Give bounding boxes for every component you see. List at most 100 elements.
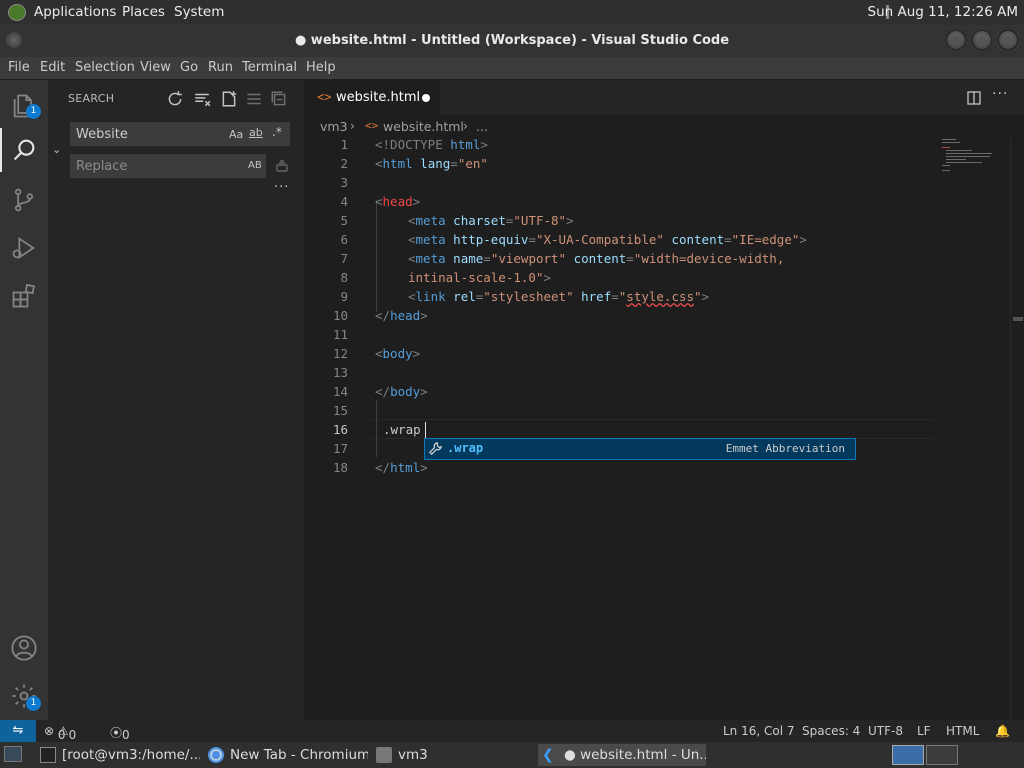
explorer-badge: 1	[26, 104, 41, 119]
line-number: 9	[340, 289, 348, 304]
task-terminal[interactable]: [root@vm3:/home/...	[36, 744, 200, 766]
code-line-12: <body>	[375, 346, 421, 361]
replace-input[interactable]	[70, 154, 266, 178]
problems-indicator[interactable]: ⊗ 0 ⚠ 0	[44, 724, 76, 742]
wrench-icon	[428, 441, 444, 457]
sidebar-title: SEARCH	[68, 92, 115, 105]
match-case-toggle[interactable]: Aa	[229, 128, 243, 141]
gnome-foot-icon[interactable]	[8, 4, 26, 21]
show-desktop-icon[interactable]	[4, 746, 22, 762]
more-actions-icon[interactable]: ···	[992, 86, 1008, 102]
suggestion-label: .wrap	[447, 441, 484, 455]
line-number: 1	[340, 137, 348, 152]
chromium-icon	[208, 747, 224, 763]
new-search-editor-icon[interactable]	[220, 90, 238, 108]
task-files[interactable]: vm3	[372, 744, 534, 766]
status-bar: ⇋ ⊗ 0 ⚠ 0 ⦿ 0 Ln 16, Col 7 Spaces: 4 UTF…	[0, 720, 1024, 742]
activity-bar: 1 1	[0, 80, 48, 720]
regex-toggle[interactable]: .*	[272, 125, 282, 139]
line-number: 14	[332, 384, 348, 399]
active-indicator	[0, 128, 2, 172]
toggle-search-details[interactable]: ...	[274, 176, 289, 191]
workspace-switcher[interactable]	[892, 745, 924, 765]
text-cursor	[425, 422, 426, 439]
toggle-replace-chevron-icon[interactable]: ⌄	[52, 143, 61, 156]
applications-menu[interactable]: Applications	[34, 4, 116, 20]
extensions-icon[interactable]	[10, 282, 38, 310]
breadcrumb-folder[interactable]: vm3	[320, 119, 348, 134]
line-number: 8	[340, 270, 348, 285]
line-number: 2	[340, 156, 348, 171]
whole-word-toggle[interactable]: ab	[249, 126, 263, 139]
menu-file[interactable]: File	[8, 60, 30, 75]
menu-selection[interactable]: Selection	[75, 60, 135, 75]
menubar: File Edit Selection View Go Run Terminal…	[0, 57, 1024, 79]
code-line-9: <link rel="stylesheet" href="style.css">	[408, 289, 710, 304]
indentation[interactable]: Spaces: 4	[802, 724, 860, 738]
run-debug-icon[interactable]	[10, 234, 38, 262]
code-line-2: <html lang="en"	[375, 156, 488, 171]
collapse-all-icon[interactable]	[270, 90, 288, 108]
minimap[interactable]	[938, 137, 1008, 177]
folder-icon	[376, 747, 392, 763]
window-titlebar[interactable]: ● website.html - Untitled (Workspace) - …	[0, 25, 1024, 57]
menu-run[interactable]: Run	[208, 60, 233, 75]
code-editor[interactable]: 1 2 3 4 5 6 7 8 9 10 11 12 13 14 15 16 1…	[304, 137, 1010, 720]
remote-indicator-icon[interactable]: ⇋	[0, 720, 36, 742]
search-icon[interactable]	[10, 136, 38, 164]
task-vscode[interactable]: ❮ ● website.html - Un...	[538, 744, 706, 766]
menu-go[interactable]: Go	[180, 60, 198, 75]
line-number: 15	[332, 403, 348, 418]
menu-help[interactable]: Help	[306, 60, 336, 75]
preserve-case-toggle[interactable]: AB	[248, 160, 262, 171]
line-number: 5	[340, 213, 348, 228]
breadcrumb-chevron-icon: ›	[463, 118, 468, 133]
menu-terminal[interactable]: Terminal	[242, 60, 297, 75]
code-line-4: <head>	[375, 194, 421, 209]
maximize-button[interactable]	[972, 30, 992, 50]
menu-edit[interactable]: Edit	[40, 60, 65, 75]
current-line-highlight	[369, 419, 935, 439]
end-of-line[interactable]: LF	[917, 724, 931, 738]
breadcrumb-chevron-icon: ›	[350, 118, 355, 133]
editor-scrollbar[interactable]	[1010, 137, 1024, 720]
breadcrumb-file[interactable]: website.html	[383, 119, 464, 134]
line-number: 13	[332, 365, 348, 380]
notifications-bell-icon[interactable]: 🔔	[995, 724, 1010, 738]
task-chromium[interactable]: New Tab - Chromium	[204, 744, 368, 766]
account-icon[interactable]	[10, 634, 38, 662]
tab-website-html[interactable]: <> website.html	[304, 80, 440, 115]
clear-results-icon[interactable]	[193, 90, 211, 108]
explorer-icon[interactable]: 1	[10, 92, 41, 120]
clock[interactable]: Sun Aug 11, 12:26 AM	[868, 4, 1018, 20]
language-mode[interactable]: HTML	[946, 724, 979, 738]
suggestion-widget[interactable]: .wrap Emmet Abbreviation	[424, 438, 856, 460]
scrollbar-thumb[interactable]	[1013, 317, 1023, 321]
vscode-icon: ❮	[542, 747, 554, 763]
cursor-position[interactable]: Ln 16, Col 7	[723, 724, 795, 738]
top-panel: Applications Places System Sun Aug 11, 1…	[0, 0, 1024, 25]
indent-guide	[376, 400, 377, 457]
source-control-icon[interactable]	[10, 186, 38, 214]
split-editor-icon[interactable]	[966, 90, 982, 106]
view-as-tree-icon[interactable]	[245, 90, 263, 108]
code-line-7: <meta name="viewport" content="width=dev…	[408, 251, 785, 266]
workspace-2[interactable]	[926, 745, 958, 765]
line-number: 3	[340, 175, 348, 190]
breadcrumb-symbol[interactable]: ...	[476, 119, 488, 134]
line-number-current: 16	[332, 422, 348, 437]
close-button[interactable]	[998, 30, 1018, 50]
ports-indicator[interactable]: ⦿ 0	[110, 724, 130, 742]
line-number: 12	[332, 346, 348, 361]
minimize-button[interactable]	[946, 30, 966, 50]
system-menu[interactable]: System	[174, 4, 224, 20]
places-menu[interactable]: Places	[122, 4, 165, 20]
window-title: ● website.html - Untitled (Workspace) - …	[294, 33, 730, 48]
replace-all-icon[interactable]	[274, 158, 290, 174]
code-line-18: </html>	[375, 460, 428, 475]
unsaved-dot-icon[interactable]	[422, 94, 430, 102]
menu-view[interactable]: View	[140, 60, 171, 75]
settings-gear-icon[interactable]: 1	[10, 682, 41, 711]
encoding[interactable]: UTF-8	[868, 724, 903, 738]
refresh-icon[interactable]	[166, 90, 184, 108]
